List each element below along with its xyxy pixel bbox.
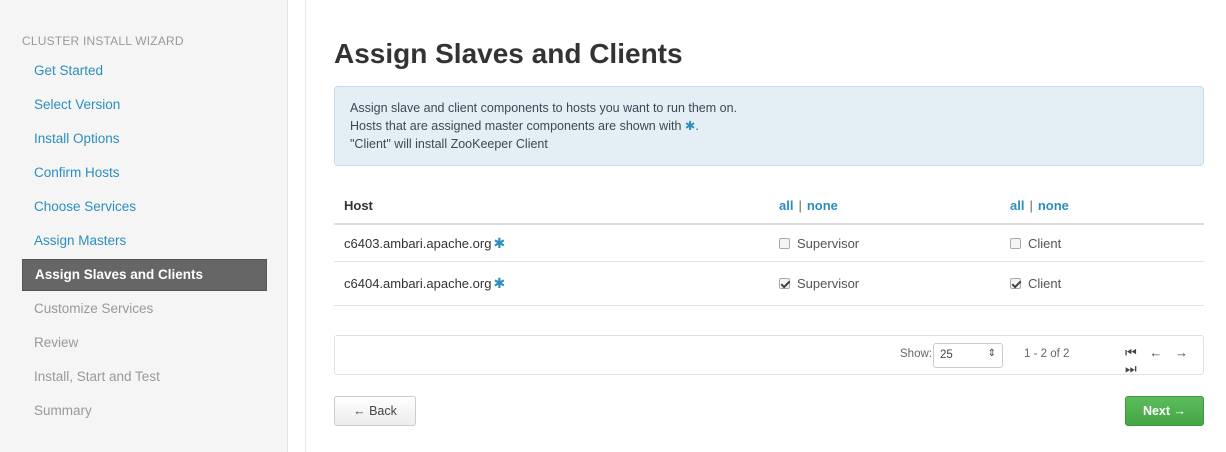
back-button[interactable]: ← Back — [334, 396, 416, 426]
nav-item-summary: Summary — [34, 403, 92, 418]
host-column-header: Host — [344, 198, 373, 213]
info-alert: Assign slave and client components to ho… — [334, 86, 1204, 166]
client-label: Client — [1028, 276, 1062, 291]
client-checkbox[interactable] — [1010, 237, 1021, 249]
app-window: CLUSTER INSTALL WIZARD Get Started Selec… — [0, 0, 1226, 452]
separator: | — [798, 198, 802, 213]
nav-item-confirm-hosts[interactable]: Confirm Hosts — [22, 156, 267, 190]
client-checkbox[interactable] — [1010, 278, 1021, 289]
supervisor-cell[interactable]: Supervisor — [779, 225, 859, 261]
alert-line-3: "Client" will install ZooKeeper Client — [350, 137, 548, 151]
separator: | — [1029, 198, 1033, 213]
nav-item-assign-masters[interactable]: Assign Masters — [22, 224, 267, 258]
client-cell[interactable]: Client — [1010, 262, 1061, 305]
pager-nav: ⏮ ← → ⏭ — [1125, 345, 1203, 377]
master-marker-icon: ✱ — [493, 234, 506, 251]
table-header-row: Host all | none all | none — [334, 188, 1204, 225]
nav-item-choose-services[interactable]: Choose Services — [22, 190, 267, 224]
supervisor-cell[interactable]: Supervisor — [779, 262, 859, 305]
sidebar: CLUSTER INSTALL WIZARD Get Started Selec… — [0, 0, 288, 452]
host-cell: c6403.ambari.apache.org ✱ — [344, 225, 505, 261]
next-page-icon[interactable]: → — [1175, 345, 1188, 360]
host-name: c6404.ambari.apache.org — [344, 276, 492, 291]
pagination-bar: Show: 25 ⇕ 1 - 2 of 2 ⏮ ← → ⏭ — [334, 335, 1204, 377]
nav-item-review: Review — [34, 335, 79, 350]
page-range: 1 - 2 of 2 — [1024, 348, 1070, 360]
last-page-icon[interactable]: ⏭ — [1125, 361, 1137, 376]
client-select-links: all | none — [1010, 188, 1069, 223]
supervisor-checkbox[interactable] — [779, 237, 790, 249]
supervisor-select-all-link[interactable]: all — [779, 198, 793, 213]
client-select-none-link[interactable]: none — [1038, 198, 1069, 213]
master-marker-icon: ✱ — [684, 119, 696, 133]
main-panel: Assign Slaves and Clients Assign slave a… — [305, 0, 1226, 452]
supervisor-label: Supervisor — [797, 235, 860, 251]
assignment-table: Host all | none all | none c6403.ambari.… — [334, 188, 1204, 306]
first-page-icon[interactable]: ⏮ — [1125, 345, 1137, 360]
nav-item-customize-services: Customize Services — [34, 301, 154, 316]
prev-page-icon[interactable]: ← — [1149, 345, 1162, 360]
table-row: c6404.ambari.apache.org ✱ Supervisor Clie… — [334, 262, 1204, 306]
supervisor-checkbox[interactable] — [779, 278, 790, 289]
supervisor-select-links: all | none — [779, 188, 838, 223]
host-cell: c6404.ambari.apache.org ✱ — [344, 262, 505, 305]
nav-item-install-start-test: Install, Start and Test — [34, 369, 160, 384]
page-size-value: 25 — [940, 349, 953, 361]
wizard-nav: Get Started Select Version Install Optio… — [22, 54, 267, 428]
show-label: Show: — [900, 348, 932, 360]
nav-item-select-version[interactable]: Select Version — [22, 88, 267, 122]
nav-item-assign-slaves-clients[interactable]: Assign Slaves and Clients — [22, 259, 267, 291]
page-size-select[interactable]: 25 ⇕ — [933, 343, 1003, 368]
alert-line-1: Assign slave and client components to ho… — [350, 101, 738, 115]
client-cell[interactable]: Client — [1010, 225, 1061, 261]
client-select-all-link[interactable]: all — [1010, 198, 1024, 213]
sidebar-header: CLUSTER INSTALL WIZARD — [22, 34, 184, 48]
alert-line-2: Hosts that are assigned master component… — [350, 117, 1188, 135]
page-title: Assign Slaves and Clients — [334, 38, 683, 69]
supervisor-label: Supervisor — [797, 276, 860, 291]
nav-item-install-options[interactable]: Install Options — [22, 122, 267, 156]
supervisor-select-none-link[interactable]: none — [807, 198, 838, 213]
select-arrows-icon: ⇕ — [987, 348, 996, 359]
alert-line-2-text: Hosts that are assigned master component… — [350, 119, 682, 133]
next-button[interactable]: Next → — [1125, 396, 1204, 426]
nav-item-get-started[interactable]: Get Started — [22, 54, 267, 88]
client-label: Client — [1028, 235, 1062, 251]
master-marker-icon: ✱ — [493, 275, 506, 291]
table-row: c6403.ambari.apache.org ✱ Supervisor Clie… — [334, 225, 1204, 262]
alert-line-2-end: . — [695, 119, 699, 133]
host-name: c6403.ambari.apache.org — [344, 235, 492, 251]
